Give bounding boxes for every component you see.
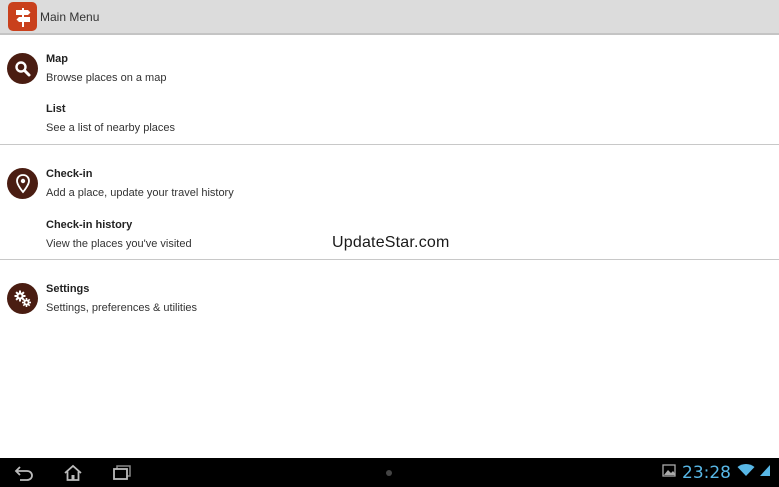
section-divider: [0, 144, 779, 145]
menu-item-map[interactable]: Map Browse places on a map: [0, 40, 779, 90]
recent-apps-icon[interactable]: [111, 462, 133, 484]
menu-item-subtitle: Add a place, update your travel history: [46, 187, 234, 199]
system-nav-bar: 23:28: [0, 458, 779, 487]
signpost-icon[interactable]: [8, 2, 37, 31]
watermark: UpdateStar.com: [332, 234, 450, 251]
menu-item-title: Map: [46, 53, 68, 65]
menu-item-subtitle: Browse places on a map: [46, 72, 167, 84]
home-icon[interactable]: [62, 462, 84, 484]
clock: 23:28: [682, 462, 731, 483]
screen: Main Menu Map Browse places on a map Lis…: [0, 0, 779, 487]
menu-item-subtitle: Settings, preferences & utilities: [46, 302, 198, 314]
menu-item-title: Check-in: [46, 168, 93, 180]
menu-item-title: Settings: [46, 283, 90, 295]
menu-item-title: Check-in history: [46, 219, 133, 231]
wifi-icon: [737, 463, 755, 482]
action-bar: Main Menu: [0, 0, 779, 35]
map-pin-icon: [7, 168, 38, 199]
page-title: Main Menu: [40, 9, 100, 24]
status-area[interactable]: 23:28: [662, 458, 779, 487]
back-icon[interactable]: [13, 462, 35, 484]
menu-item-check-in[interactable]: Check-in Add a place, update your travel…: [0, 155, 779, 205]
page-indicator: [386, 470, 392, 476]
menu-item-subtitle: View the places you've visited: [46, 238, 192, 250]
menu-item-list[interactable]: List See a list of nearby places: [0, 90, 779, 140]
menu-item-title: List: [46, 103, 66, 115]
search-icon: [7, 53, 38, 84]
gallery-icon: [662, 463, 676, 482]
section-divider: [0, 259, 779, 260]
menu-item-settings[interactable]: Settings Settings, preferences & utiliti…: [0, 270, 779, 320]
menu-item-subtitle: See a list of nearby places: [46, 122, 176, 134]
gears-icon: [7, 283, 38, 314]
signal-icon: [759, 463, 771, 482]
